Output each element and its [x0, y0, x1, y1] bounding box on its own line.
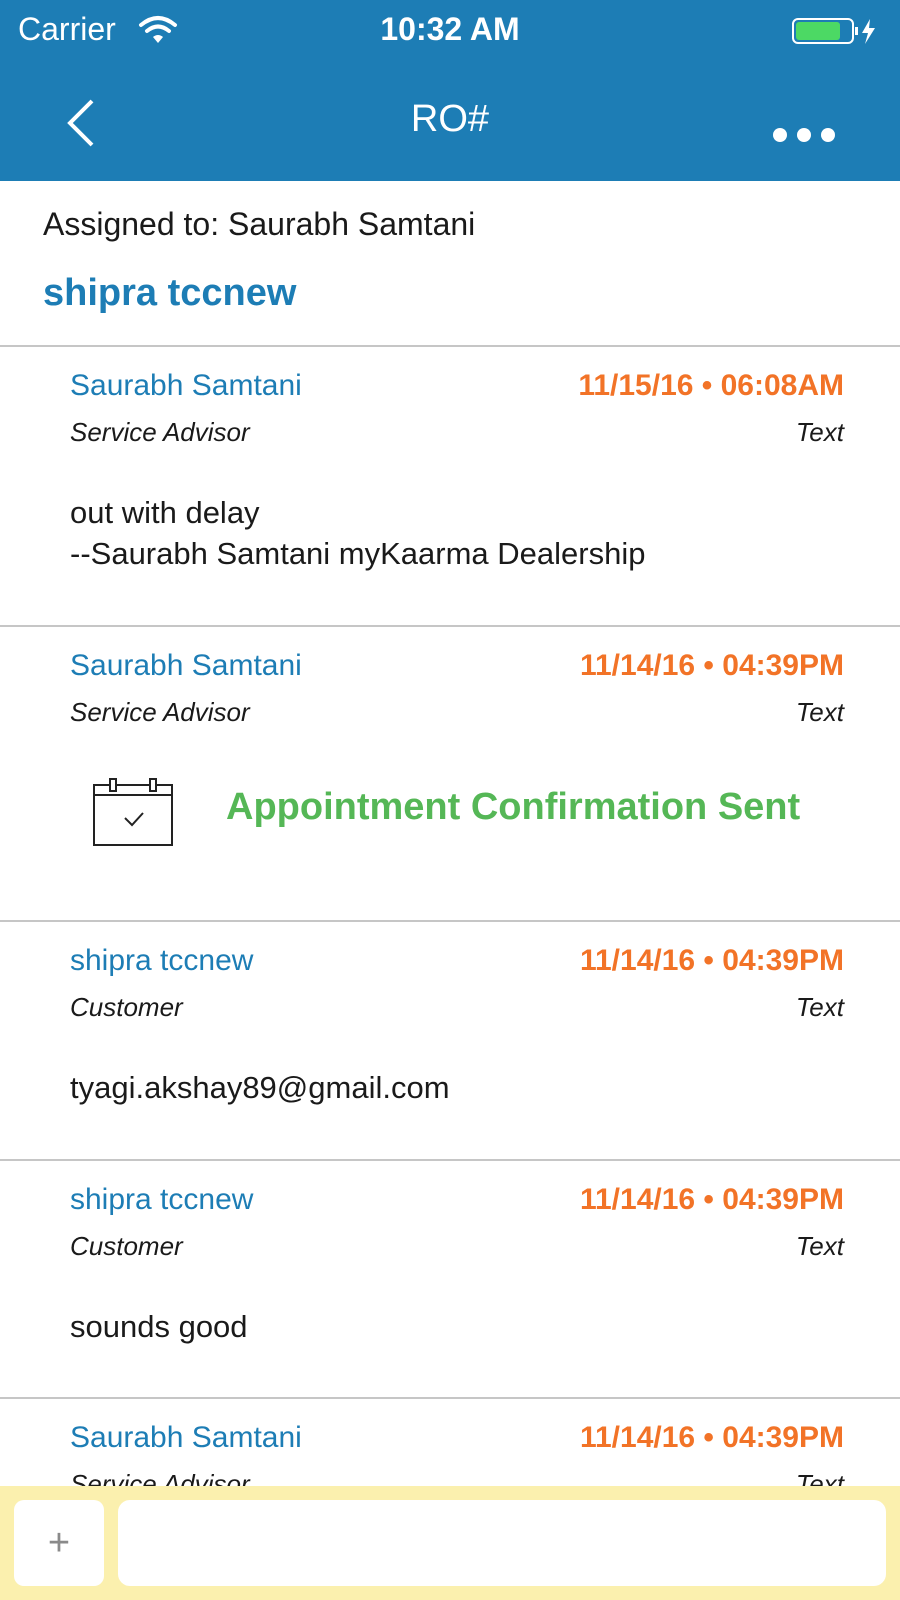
message-timestamp: 11/14/16 • 04:39PM — [579, 1421, 844, 1454]
message-sender[interactable]: Saurabh Samtani — [70, 369, 302, 403]
message-role: Customer — [70, 992, 183, 1022]
message-input[interactable] — [118, 1500, 886, 1586]
message-role: Service Advisor — [70, 697, 250, 727]
message-body: out with delay --Saurabh Samtani myKaarm… — [70, 495, 646, 571]
message-timestamp: 11/14/16 • 04:39PM — [579, 1183, 844, 1216]
message-item[interactable]: Saurabh Samtani 11/15/16 • 06:08AM Servi… — [0, 347, 900, 627]
app-header: Carrier 10:32 AM RO# — [0, 0, 900, 181]
message-type: Text — [795, 992, 844, 1022]
message-role: Service Advisor — [70, 417, 250, 447]
message-timestamp: 11/15/16 • 06:08AM — [578, 369, 844, 402]
message-composer: + — [0, 1486, 900, 1600]
message-sender[interactable]: Saurabh Samtani — [70, 649, 302, 683]
page-title: RO# — [410, 98, 490, 140]
add-attachment-button[interactable]: + — [14, 1500, 104, 1586]
message-sender[interactable]: Saurabh Samtani — [70, 1421, 302, 1455]
message-type: Text — [795, 697, 844, 727]
assignment-header: Assigned to: Saurabh Samtani shipra tccn… — [0, 181, 900, 347]
assigned-to-label: Assigned to: Saurabh Samtani — [43, 206, 476, 242]
message-sender[interactable]: shipra tccnew — [70, 944, 253, 978]
message-type: Text — [795, 417, 844, 447]
message-timestamp: 11/14/16 • 04:39PM — [579, 944, 844, 977]
message-sender[interactable]: shipra tccnew — [70, 1183, 253, 1217]
status-bar: Carrier 10:32 AM — [0, 0, 900, 60]
message-item[interactable]: Saurabh Samtani 11/14/16 • 04:39PM Servi… — [0, 627, 900, 922]
appointment-confirmation-label: Appointment Confirmation Sent — [226, 786, 801, 828]
message-role: Customer — [70, 1231, 183, 1261]
customer-name-link[interactable]: shipra tccnew — [43, 272, 296, 315]
nav-bar: RO# — [0, 60, 900, 181]
appointment-event: Appointment Confirmation Sent — [0, 767, 900, 867]
message-item[interactable]: shipra tccnew 11/14/16 • 04:39PM Custome… — [0, 922, 900, 1161]
message-type: Text — [795, 1231, 844, 1261]
message-body: tyagi.akshay89@gmail.com — [70, 1070, 450, 1105]
calendar-check-icon — [93, 778, 173, 846]
message-body: sounds good — [70, 1309, 248, 1344]
message-item[interactable]: shipra tccnew 11/14/16 • 04:39PM Custome… — [0, 1161, 900, 1399]
battery-charging-icon — [792, 18, 875, 44]
message-timestamp: 11/14/16 • 04:39PM — [579, 649, 844, 682]
status-time: 10:32 AM — [380, 11, 520, 47]
more-horizontal-icon[interactable] — [772, 125, 836, 145]
